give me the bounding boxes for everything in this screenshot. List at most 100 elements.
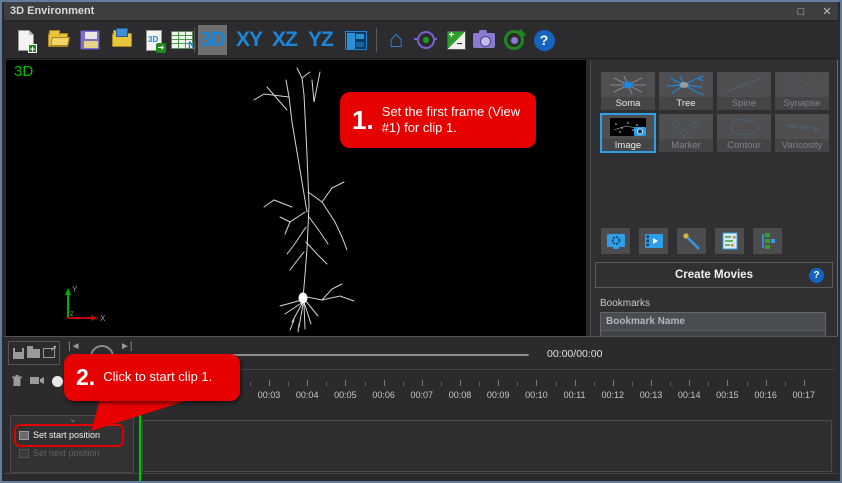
clip-icon[interactable] (30, 375, 44, 389)
tool-button-varicosity[interactable]: Varicosity (775, 114, 829, 152)
home-icon: ⌂ (389, 29, 404, 51)
center-target-button[interactable] (412, 25, 440, 55)
display-settings-button[interactable] (601, 228, 630, 254)
tool-button-spine[interactable]: Spine (717, 72, 771, 110)
viewport-corner-label: 3D (14, 63, 33, 80)
view-button-xy[interactable]: XY (234, 25, 264, 55)
set-next-position-button[interactable]: Set next position (19, 448, 100, 458)
tick-mark-minor (479, 382, 480, 386)
skip-to-start-button[interactable]: |◄ (68, 341, 81, 352)
tool-button-tree[interactable]: Tree (659, 72, 713, 110)
tool-button-contour[interactable]: Contour (717, 114, 771, 152)
skip-to-end-button[interactable]: ►| (120, 341, 133, 352)
set-start-position-label: Set start position (33, 430, 100, 440)
tick-mark-major (269, 380, 270, 386)
title-bar[interactable]: 3D Environment □ ✕ (4, 2, 838, 21)
timeline-tick-label: 00:16 (750, 390, 782, 400)
timeline-tick-label: 00:11 (559, 390, 591, 400)
detection-settings-button[interactable] (715, 228, 744, 254)
window-title: 3D Environment (4, 5, 94, 17)
create-movies-help-icon[interactable]: ? (809, 268, 824, 283)
view-button-yz[interactable]: YZ (306, 25, 335, 55)
tool-button-soma[interactable]: Soma (601, 72, 655, 110)
structure-list-icon (759, 232, 777, 250)
axis-triad: Y X Z (54, 278, 114, 328)
marker-icon (659, 114, 713, 139)
record-position-dot[interactable] (52, 376, 63, 387)
tool-label: Spine (717, 97, 771, 110)
help-icon: ? (534, 30, 555, 51)
clip-controls-panel: ⌄ Set start position Set next position (10, 415, 134, 473)
tick-mark-major (422, 380, 423, 386)
create-movies-title: Create Movies (675, 269, 753, 281)
timeline-tick-label: 00:10 (520, 390, 552, 400)
home-view-button[interactable]: ⌂ (382, 25, 410, 55)
timeline-tick-label: 00:05 (329, 390, 361, 400)
view-button-3d[interactable]: 3D (198, 25, 227, 55)
open-folder-button[interactable] (44, 25, 72, 55)
snapshot-button[interactable] (470, 25, 498, 55)
contrast-button[interactable]: +− (442, 25, 470, 55)
set-next-position-label: Set next position (33, 448, 100, 458)
tick-mark-major (804, 380, 805, 386)
tick-mark-minor (747, 382, 748, 386)
refresh-icon (504, 30, 524, 50)
chevron-down-icon[interactable]: ⌄ (69, 414, 77, 425)
axis-label-x: X (100, 314, 106, 323)
new-document-button[interactable]: + (12, 25, 40, 55)
tool-button-synapse[interactable]: Synapse (775, 72, 829, 110)
synapse-icon (775, 72, 829, 97)
timeline-tick-label: 00:03 (253, 390, 285, 400)
tool-button-image[interactable]: Image (601, 114, 655, 152)
varicosity-icon (775, 114, 829, 139)
movie-clips-button[interactable] (639, 228, 668, 254)
spine-icon (717, 72, 771, 97)
contrast-icon: +− (447, 31, 466, 50)
open-project-button[interactable] (108, 25, 136, 55)
export-3d-button[interactable]: 3D➜ (140, 25, 168, 55)
view-button-xz[interactable]: XZ (270, 25, 299, 55)
new-document-icon: + (18, 30, 34, 51)
close-button[interactable]: ✕ (820, 5, 834, 18)
bookmark-name-column-header[interactable]: Bookmark Name (601, 313, 825, 331)
tick-mark-major (460, 380, 461, 386)
save-button[interactable] (76, 25, 104, 55)
save-movie-icon[interactable] (13, 348, 24, 359)
timeline-tick-label: 00:08 (444, 390, 476, 400)
tree-icon (659, 72, 713, 97)
tick-mark-major (766, 380, 767, 386)
tick-mark-major (689, 380, 690, 386)
tick-mark-major (727, 380, 728, 386)
toolbar-separator (194, 28, 195, 52)
load-movie-icon[interactable] (27, 349, 40, 358)
tool-label: Contour (717, 139, 771, 152)
timeline-track[interactable] (142, 420, 832, 472)
tool-button-marker[interactable]: Marker (659, 114, 713, 152)
magic-wand-button[interactable] (677, 228, 706, 254)
tick-mark-major (613, 380, 614, 386)
panel-layout-button[interactable] (342, 25, 370, 55)
tick-mark-minor (594, 382, 595, 386)
help-button[interactable]: ? (530, 25, 558, 55)
maximize-button[interactable]: □ (794, 6, 808, 18)
refresh-button[interactable] (500, 25, 528, 55)
camera-icon (473, 33, 495, 48)
structure-list-button[interactable] (753, 228, 782, 254)
timeline-tick-label: 00:14 (673, 390, 705, 400)
timeline-ruler[interactable]: 00:0300:0400:0500:0600:0700:0800:0900:10… (142, 369, 834, 419)
create-movies-header[interactable]: Create Movies ? (595, 262, 833, 288)
tick-mark-minor (403, 382, 404, 386)
axis-label-y: Y (72, 285, 78, 294)
contour-icon (717, 114, 771, 139)
set-start-position-button[interactable]: Set start position (19, 430, 100, 440)
tool-label: Varicosity (775, 139, 829, 152)
timeline-tick-label: 00:07 (406, 390, 438, 400)
tool-label: Tree (659, 97, 713, 110)
callout-step1-text: Set the first frame (View #1) for clip 1… (382, 104, 536, 137)
delete-clip-icon[interactable] (12, 375, 22, 390)
display-settings-icon (606, 233, 626, 250)
export-spreadsheet-button[interactable]: N (168, 25, 196, 55)
spreadsheet-icon: N (171, 31, 193, 49)
export-movie-icon[interactable] (43, 348, 55, 358)
tool-label: Soma (601, 97, 655, 110)
